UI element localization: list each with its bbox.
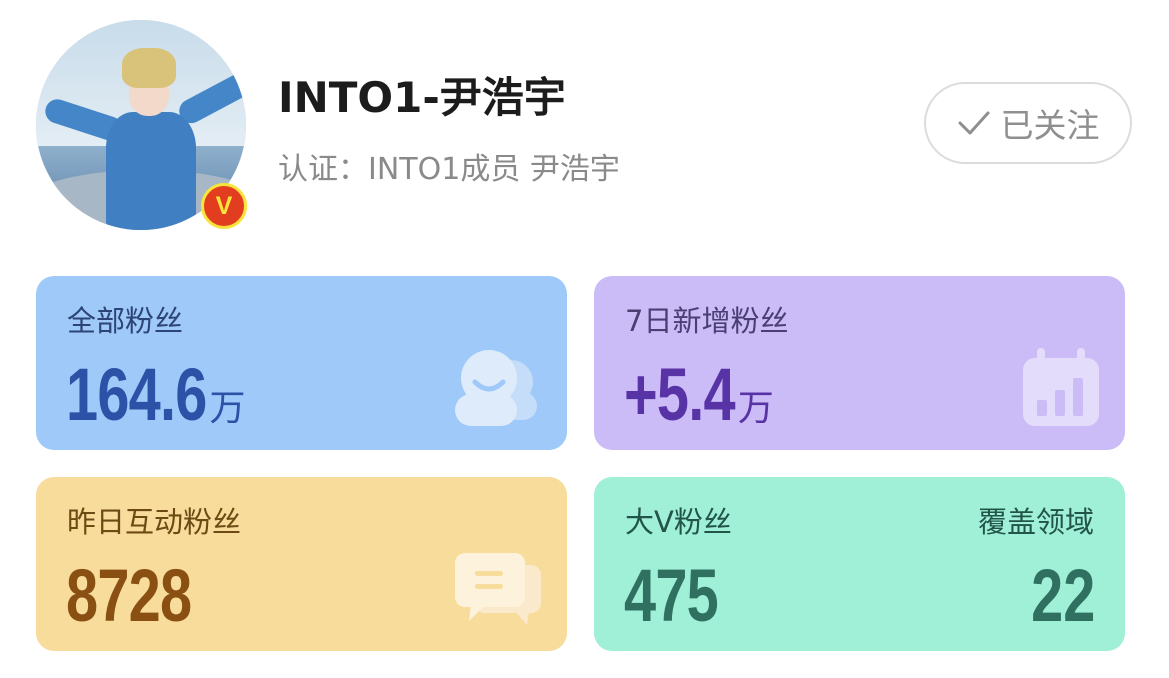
total-fans-label: 全部粉丝: [67, 304, 184, 338]
active-fans-yesterday-card[interactable]: 昨日互动粉丝 8728: [36, 477, 567, 651]
bar-chart-calendar-icon: [1021, 348, 1101, 432]
total-fans-card[interactable]: 全部粉丝 164.6万: [36, 276, 567, 450]
following-button-label: 已关注: [1000, 106, 1100, 145]
new-fans-7d-label: 7日新增粉丝: [625, 304, 789, 338]
active-fans-yesterday-label: 昨日互动粉丝: [67, 505, 242, 539]
profile-name: INTO1-尹浩宇: [278, 73, 566, 122]
verification-text: 认证：INTO1成员 尹浩宇: [278, 152, 620, 187]
verified-v-badge-icon: V: [201, 183, 247, 229]
chat-bubble-icon: [453, 551, 543, 633]
big-v-fans-value: 475: [624, 554, 719, 637]
new-fans-7d-unit: 万: [737, 388, 774, 429]
avatar-hair: [122, 48, 176, 88]
big-v-fans-label: 大V粉丝: [625, 505, 732, 539]
new-fans-7d-value: +5.4万: [624, 358, 774, 446]
total-fans-value: 164.6万: [66, 358, 246, 446]
new-fans-7d-card[interactable]: 7日新增粉丝 +5.4万: [594, 276, 1125, 450]
fans-group-icon: [451, 348, 543, 432]
avatar-body: [106, 112, 196, 230]
coverage-domain-value: 22: [1030, 554, 1095, 637]
active-fans-yesterday-value: 8728: [66, 554, 192, 637]
check-icon: [957, 109, 991, 137]
big-v-fans-card[interactable]: 大V粉丝 覆盖领域 475 22: [594, 477, 1125, 651]
total-fans-unit: 万: [209, 388, 246, 429]
following-button[interactable]: 已关注: [924, 82, 1132, 164]
coverage-domain-label: 覆盖领域: [977, 505, 1094, 539]
